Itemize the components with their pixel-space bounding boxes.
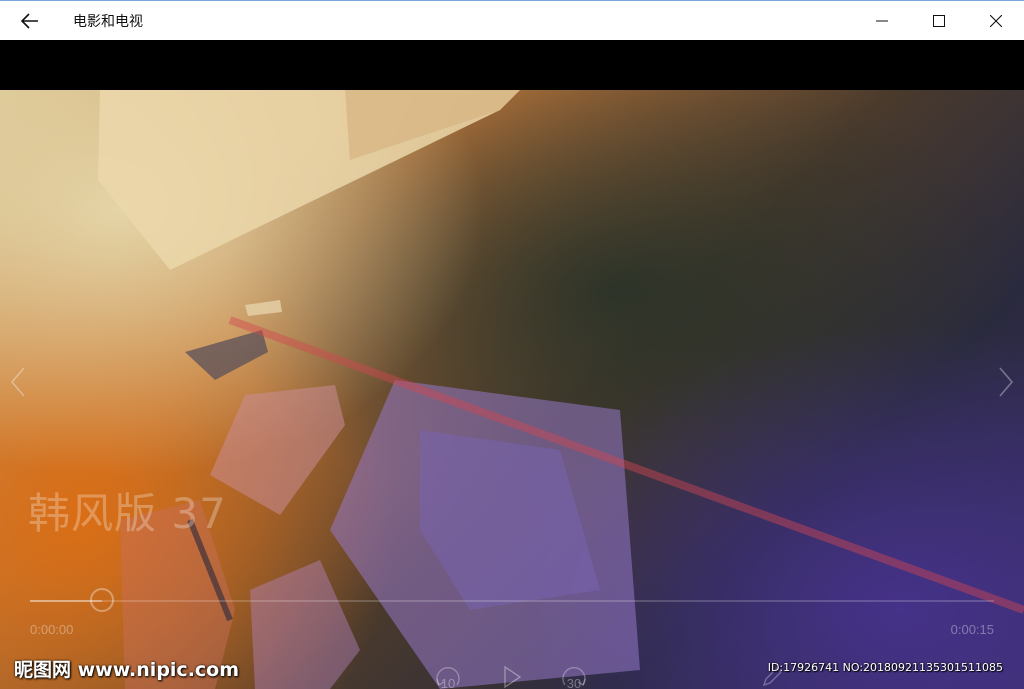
play-button[interactable] <box>496 658 528 689</box>
movies-tv-window: 电影和电视 韩风版 37 0:00:00 0:00:15 10 30 昵图网 w… <box>0 0 1024 689</box>
next-button[interactable] <box>994 364 1018 400</box>
video-frame[interactable]: 韩风版 37 0:00:00 0:00:15 10 30 <box>0 90 1024 689</box>
skip-back-label: 10 <box>440 676 456 689</box>
skip-back-button[interactable]: 10 <box>432 658 464 689</box>
chevron-right-icon <box>999 367 1014 397</box>
minimize-icon <box>875 20 888 22</box>
chevron-left-icon <box>10 367 25 397</box>
maximize-icon <box>932 15 945 27</box>
skip-forward-button[interactable]: 30 <box>558 658 590 689</box>
watermark-id: ID:17926741 NO:20180921135301511085 <box>767 661 1003 674</box>
video-stage[interactable]: 韩风版 37 0:00:00 0:00:15 10 30 <box>0 40 1024 689</box>
close-button[interactable] <box>967 1 1024 41</box>
minimize-button[interactable] <box>853 1 910 41</box>
window-title: 电影和电视 <box>73 13 143 30</box>
video-title: 韩风版 37 <box>28 489 227 538</box>
seek-bar[interactable] <box>30 588 994 612</box>
window-controls <box>853 1 1024 41</box>
previous-button[interactable] <box>6 364 30 400</box>
title-bar: 电影和电视 <box>0 0 1024 40</box>
back-button[interactable] <box>0 1 60 41</box>
watermark-logo: 昵图网 www.nipic.com <box>14 659 240 681</box>
maximize-button[interactable] <box>910 1 967 41</box>
close-icon <box>989 15 1002 27</box>
play-icon <box>504 665 522 689</box>
total-duration: 0:00:15 <box>950 622 994 637</box>
elapsed-time: 0:00:00 <box>30 622 74 637</box>
skip-forward-label: 30 <box>566 676 582 689</box>
back-arrow-icon <box>21 12 38 29</box>
